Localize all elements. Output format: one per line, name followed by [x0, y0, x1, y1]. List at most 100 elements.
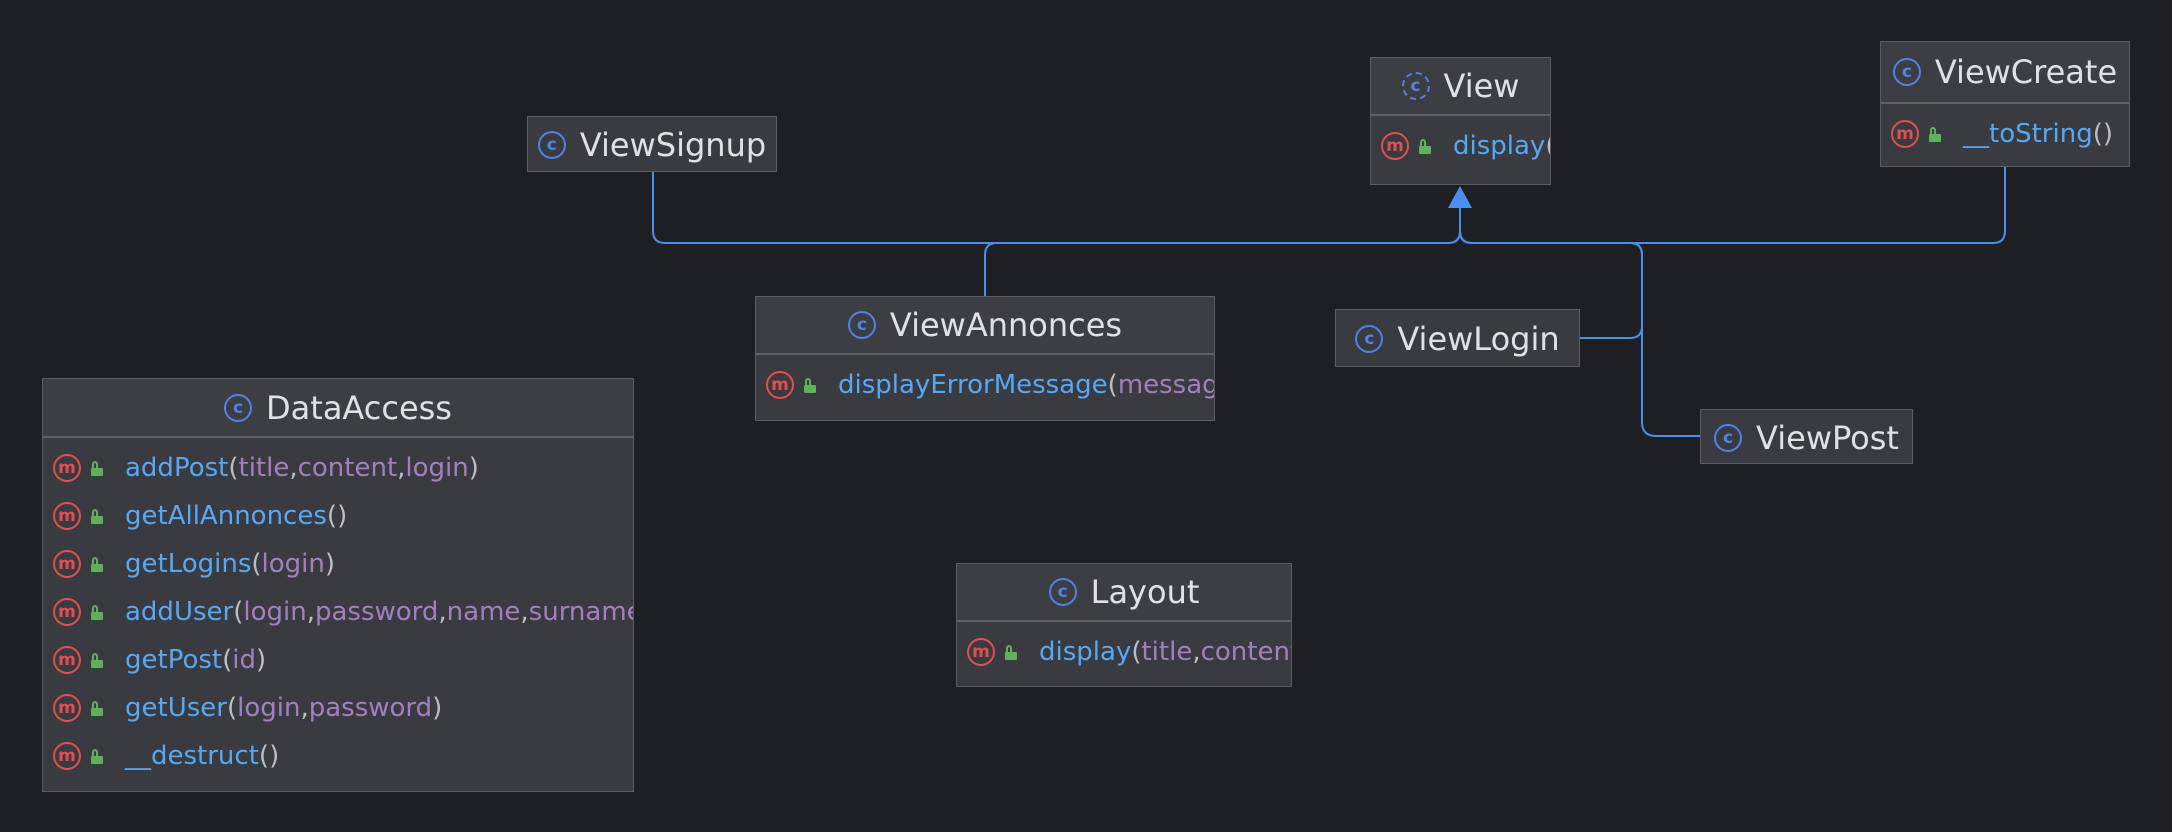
method-name: getLogins [125, 549, 252, 579]
method-to-string[interactable]: m __toString() [1881, 110, 2129, 158]
method-name: getUser [125, 693, 227, 723]
param-separator: , [300, 693, 309, 723]
public-lock-icon [1929, 126, 1943, 142]
method-name: getAllAnnonces [125, 501, 327, 531]
abstract-class-icon: c [1401, 72, 1430, 100]
class-header: c ViewSignup [528, 117, 776, 171]
method-name: addUser [125, 597, 234, 627]
method-display[interactable]: m display( [1371, 122, 1550, 170]
class-node-data-access[interactable]: c DataAccess m addPost(title, content, logi… [42, 378, 634, 792]
close-paren: ) [432, 693, 443, 723]
class-icon: c [537, 131, 566, 159]
method-name: displayErrorMessage [838, 370, 1108, 400]
method-param: id [232, 645, 256, 675]
param-separator: , [520, 597, 529, 627]
class-members: m display(title, content [957, 622, 1291, 676]
class-name: DataAccess [266, 388, 452, 427]
class-node-view-annonces[interactable]: c ViewAnnonces m displayErrorMessage(messag… [755, 296, 1215, 421]
edge-view-signup-extends-view [652, 172, 1461, 244]
class-node-layout[interactable]: c Layout m display(title, content [956, 563, 1292, 687]
public-lock-icon [91, 604, 105, 620]
close-paren: ) [269, 741, 280, 771]
method-add-post[interactable]: m addPost(title, content, login) [43, 444, 633, 492]
method-get-logins[interactable]: m getLogins(login) [43, 540, 633, 588]
open-paren: ( [258, 741, 270, 771]
class-members: m displayErrorMessage(message [756, 355, 1214, 409]
class-node-view-login[interactable]: c ViewLogin [1335, 309, 1580, 367]
method-param: content [1200, 637, 1292, 667]
method-icon: m [53, 742, 81, 770]
class-header: c ViewCreate [1881, 42, 2129, 104]
method-icon: m [53, 598, 81, 626]
param-separator: , [289, 453, 298, 483]
public-lock-icon [91, 508, 105, 524]
public-lock-icon [1419, 138, 1433, 154]
class-name: ViewCreate [1934, 53, 2118, 91]
open-paren: ( [1131, 637, 1142, 667]
method-name: __destruct [125, 741, 259, 771]
close-paren: ) [255, 645, 267, 675]
class-header: c DataAccess [43, 379, 633, 438]
public-lock-icon [91, 460, 105, 476]
method-param: login [405, 453, 469, 483]
method-param: message [1117, 370, 1214, 400]
class-icon: c [1892, 58, 1921, 86]
inheritance-arrow-head [1448, 186, 1472, 208]
class-node-view-create[interactable]: c ViewCreate m __toString() [1880, 41, 2130, 167]
param-separator: , [306, 597, 315, 627]
class-icon: c [1048, 578, 1077, 606]
method-display-error-message[interactable]: m displayErrorMessage(message [756, 361, 1214, 409]
class-members: m display( [1371, 116, 1550, 170]
open-paren: ( [1107, 370, 1118, 400]
method-display[interactable]: m display(title, content [957, 628, 1291, 676]
method-param: title [238, 453, 290, 483]
method-add-user[interactable]: m addUser(login, password, name, surname [43, 588, 633, 636]
method-param: password [314, 597, 439, 627]
class-header: c Layout [957, 564, 1291, 622]
method-param: title [1141, 637, 1193, 667]
open-paren: ( [2092, 119, 2103, 149]
param-separator: , [1192, 637, 1201, 667]
method-param: surname [528, 597, 634, 627]
public-lock-icon [91, 652, 105, 668]
public-lock-icon [91, 556, 105, 572]
open-paren: ( [222, 645, 233, 675]
class-name: Layout [1090, 573, 1200, 611]
edge-view-annonces-extends-view [984, 202, 1461, 296]
class-members: m __toString() [1881, 104, 2129, 158]
method-destruct[interactable]: m __destruct() [43, 732, 633, 780]
public-lock-icon [804, 377, 818, 393]
public-lock-icon [91, 700, 105, 716]
param-separator: , [438, 597, 447, 627]
class-header: c ViewPost [1701, 410, 1912, 463]
close-paren: ) [337, 501, 348, 531]
method-get-user[interactable]: m getUser(login, password) [43, 684, 633, 732]
class-header: c ViewLogin [1336, 310, 1579, 366]
method-icon: m [53, 694, 81, 722]
class-node-view[interactable]: c View m display( [1370, 57, 1551, 185]
open-paren: ( [1545, 131, 1550, 161]
class-name: ViewPost [1756, 418, 1899, 457]
method-icon: m [1381, 132, 1409, 160]
class-icon: c [1355, 325, 1384, 353]
class-node-view-post[interactable]: c ViewPost [1700, 409, 1913, 464]
class-icon: c [1714, 423, 1743, 452]
class-icon: c [847, 311, 876, 339]
method-get-post[interactable]: m getPost(id) [43, 636, 633, 684]
open-paren: ( [233, 597, 244, 627]
close-paren: ) [2102, 119, 2114, 149]
method-get-all-annonces[interactable]: m getAllAnnonces() [43, 492, 633, 540]
class-name: ViewSignup [579, 126, 767, 164]
method-name: __toString [1963, 119, 2093, 149]
class-node-view-signup[interactable]: c ViewSignup [527, 116, 777, 172]
public-lock-icon [91, 748, 105, 764]
method-param: content [297, 453, 398, 483]
method-param: name [446, 597, 521, 627]
method-icon: m [53, 550, 81, 578]
close-paren: ) [324, 549, 336, 579]
class-icon: c [224, 393, 253, 422]
class-header: c ViewAnnonces [756, 297, 1214, 355]
public-lock-icon [1005, 644, 1019, 660]
class-name: ViewAnnonces [889, 306, 1123, 344]
open-paren: ( [226, 693, 238, 723]
